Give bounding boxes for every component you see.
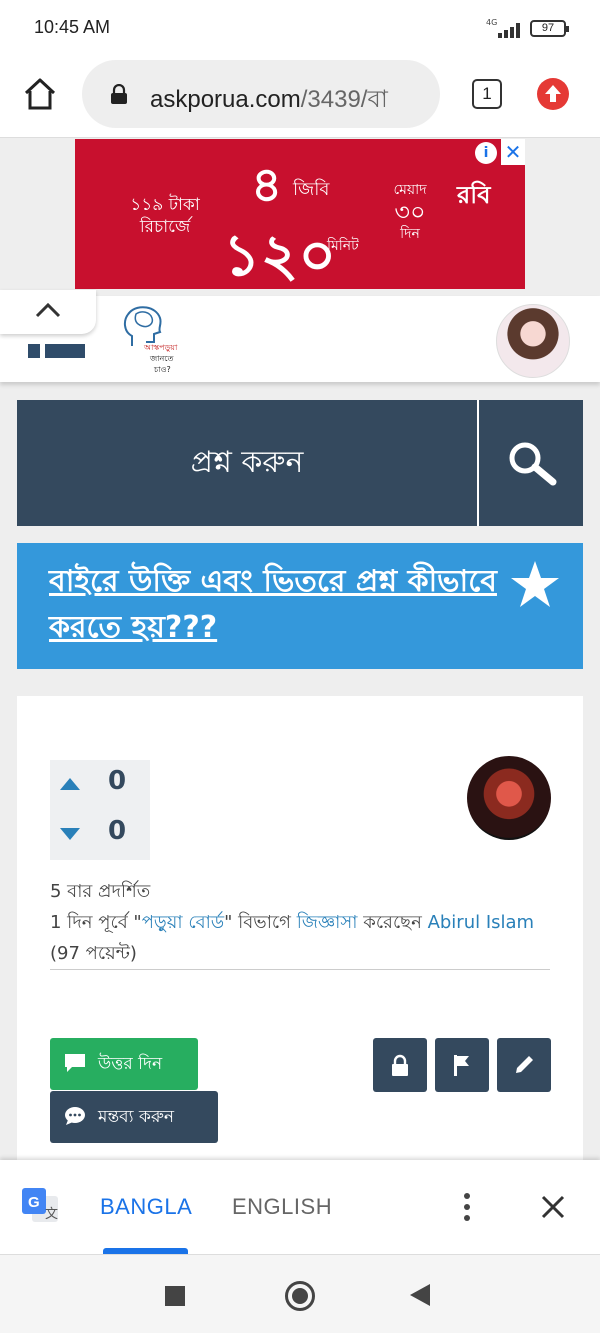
ad-close-icon[interactable]: ✕ <box>501 139 525 165</box>
question-title[interactable]: বাইরে উক্তি এবং ভিতরে প্রশ্ন কীভাবে করতে… <box>49 559 509 651</box>
vote-up-icon[interactable] <box>58 774 82 794</box>
vote-down-icon[interactable] <box>58 824 82 844</box>
chevron-up-icon <box>35 302 61 318</box>
view-count: 5 বার প্রদর্শিত <box>50 881 151 902</box>
question-card: 0 0 5 বার প্রদর্শিত 1 দিন পূর্বে "পড়ুয়… <box>17 696 583 1166</box>
question-meta: 5 বার প্রদর্শিত 1 দিন পূর্বে "পড়ুয়া বো… <box>50 876 550 969</box>
ad-data-unit: জিবি <box>293 179 330 200</box>
recents-icon[interactable] <box>165 1286 185 1306</box>
ad-recharge-text: ১১৯ টাকা রিচার্জে <box>130 195 200 237</box>
flag-button[interactable] <box>435 1038 489 1092</box>
category-link[interactable]: পড়ুয়া বোর্ড <box>142 912 224 933</box>
comment-button[interactable]: মন্তব্য করুন <box>50 1091 218 1143</box>
ask-question-input[interactable]: প্রশ্ন করুন <box>17 400 477 526</box>
more-options-icon[interactable] <box>462 1192 472 1222</box>
battery-icon: 97 <box>530 20 569 37</box>
ad-minutes-amount: ১২০ <box>223 221 337 289</box>
browser-toolbar: askporua.com/3439/বা 1 <box>0 56 600 138</box>
ad-validity: মেয়াদ ৩০ দিন <box>393 182 427 242</box>
google-translate-icon: G 文 <box>22 1188 58 1222</box>
home-icon[interactable] <box>22 76 58 112</box>
downvote-count: 0 <box>108 816 127 846</box>
upvote-count: 0 <box>108 766 127 796</box>
collapse-button[interactable] <box>0 290 96 334</box>
update-icon[interactable] <box>537 78 569 110</box>
author-avatar[interactable] <box>467 756 551 840</box>
signal-icon <box>494 22 522 38</box>
site-logo[interactable]: আস্কপড়ুয়া জানতে চাও? <box>116 302 186 376</box>
url-text: askporua.com/3439/বা <box>150 86 388 113</box>
back-icon[interactable] <box>410 1284 430 1306</box>
flag-icon <box>454 1055 469 1076</box>
tab-english[interactable]: ENGLISH <box>232 1194 332 1220</box>
status-time: 10:45 AM <box>34 17 111 37</box>
tab-bangla[interactable]: BANGLA <box>100 1194 192 1220</box>
answer-button[interactable]: উত্তর দিন <box>50 1038 198 1090</box>
ad-info-icon[interactable]: i <box>475 142 497 164</box>
edit-button[interactable] <box>497 1038 551 1092</box>
favorite-star-icon[interactable] <box>507 557 563 613</box>
lock-icon <box>111 84 127 104</box>
pencil-icon <box>516 1056 533 1073</box>
ad-banner[interactable]: ১১৯ টাকা রিচার্জে ৪ জিবি ১২০ মিনিট মেয়া… <box>75 139 525 289</box>
asked-link[interactable]: জিজ্ঞাসা <box>297 912 358 933</box>
search-icon <box>509 442 557 486</box>
divider <box>50 969 550 970</box>
vote-box: 0 0 <box>50 760 150 860</box>
author-link[interactable]: Abirul Islam <box>428 912 535 933</box>
translate-bar: G 文 BANGLA ENGLISH <box>0 1160 600 1254</box>
ad-minutes-unit: মিনিট <box>327 238 359 254</box>
close-icon[interactable] <box>540 1194 566 1220</box>
user-avatar[interactable] <box>496 304 570 378</box>
ask-question-bar[interactable]: প্রশ্ন করুন <box>17 400 583 526</box>
lock-icon <box>392 1054 408 1076</box>
status-bar: 10:45 AM 4G 97 <box>0 0 600 56</box>
site-header: আস্কপড়ুয়া জানতে চাও? <box>0 290 600 382</box>
system-nav-bar <box>0 1254 600 1333</box>
ad-brand-logo: রবি <box>457 181 491 209</box>
tab-switcher-button[interactable]: 1 <box>472 79 502 109</box>
search-button[interactable] <box>477 400 583 526</box>
svg-text:G: G <box>28 1194 40 1211</box>
answer-chat-icon <box>65 1054 85 1072</box>
address-bar[interactable]: askporua.com/3439/বা <box>82 60 440 128</box>
svg-text:文: 文 <box>45 1207 58 1222</box>
comment-icon <box>65 1107 85 1125</box>
menu-icon[interactable] <box>28 344 85 358</box>
logo-tagline-2: চাও? <box>154 365 171 374</box>
question-title-box: বাইরে উক্তি এবং ভিতরে প্রশ্ন কীভাবে করতে… <box>17 543 583 669</box>
home-nav-icon[interactable] <box>285 1281 315 1311</box>
close-question-button[interactable] <box>373 1038 427 1092</box>
